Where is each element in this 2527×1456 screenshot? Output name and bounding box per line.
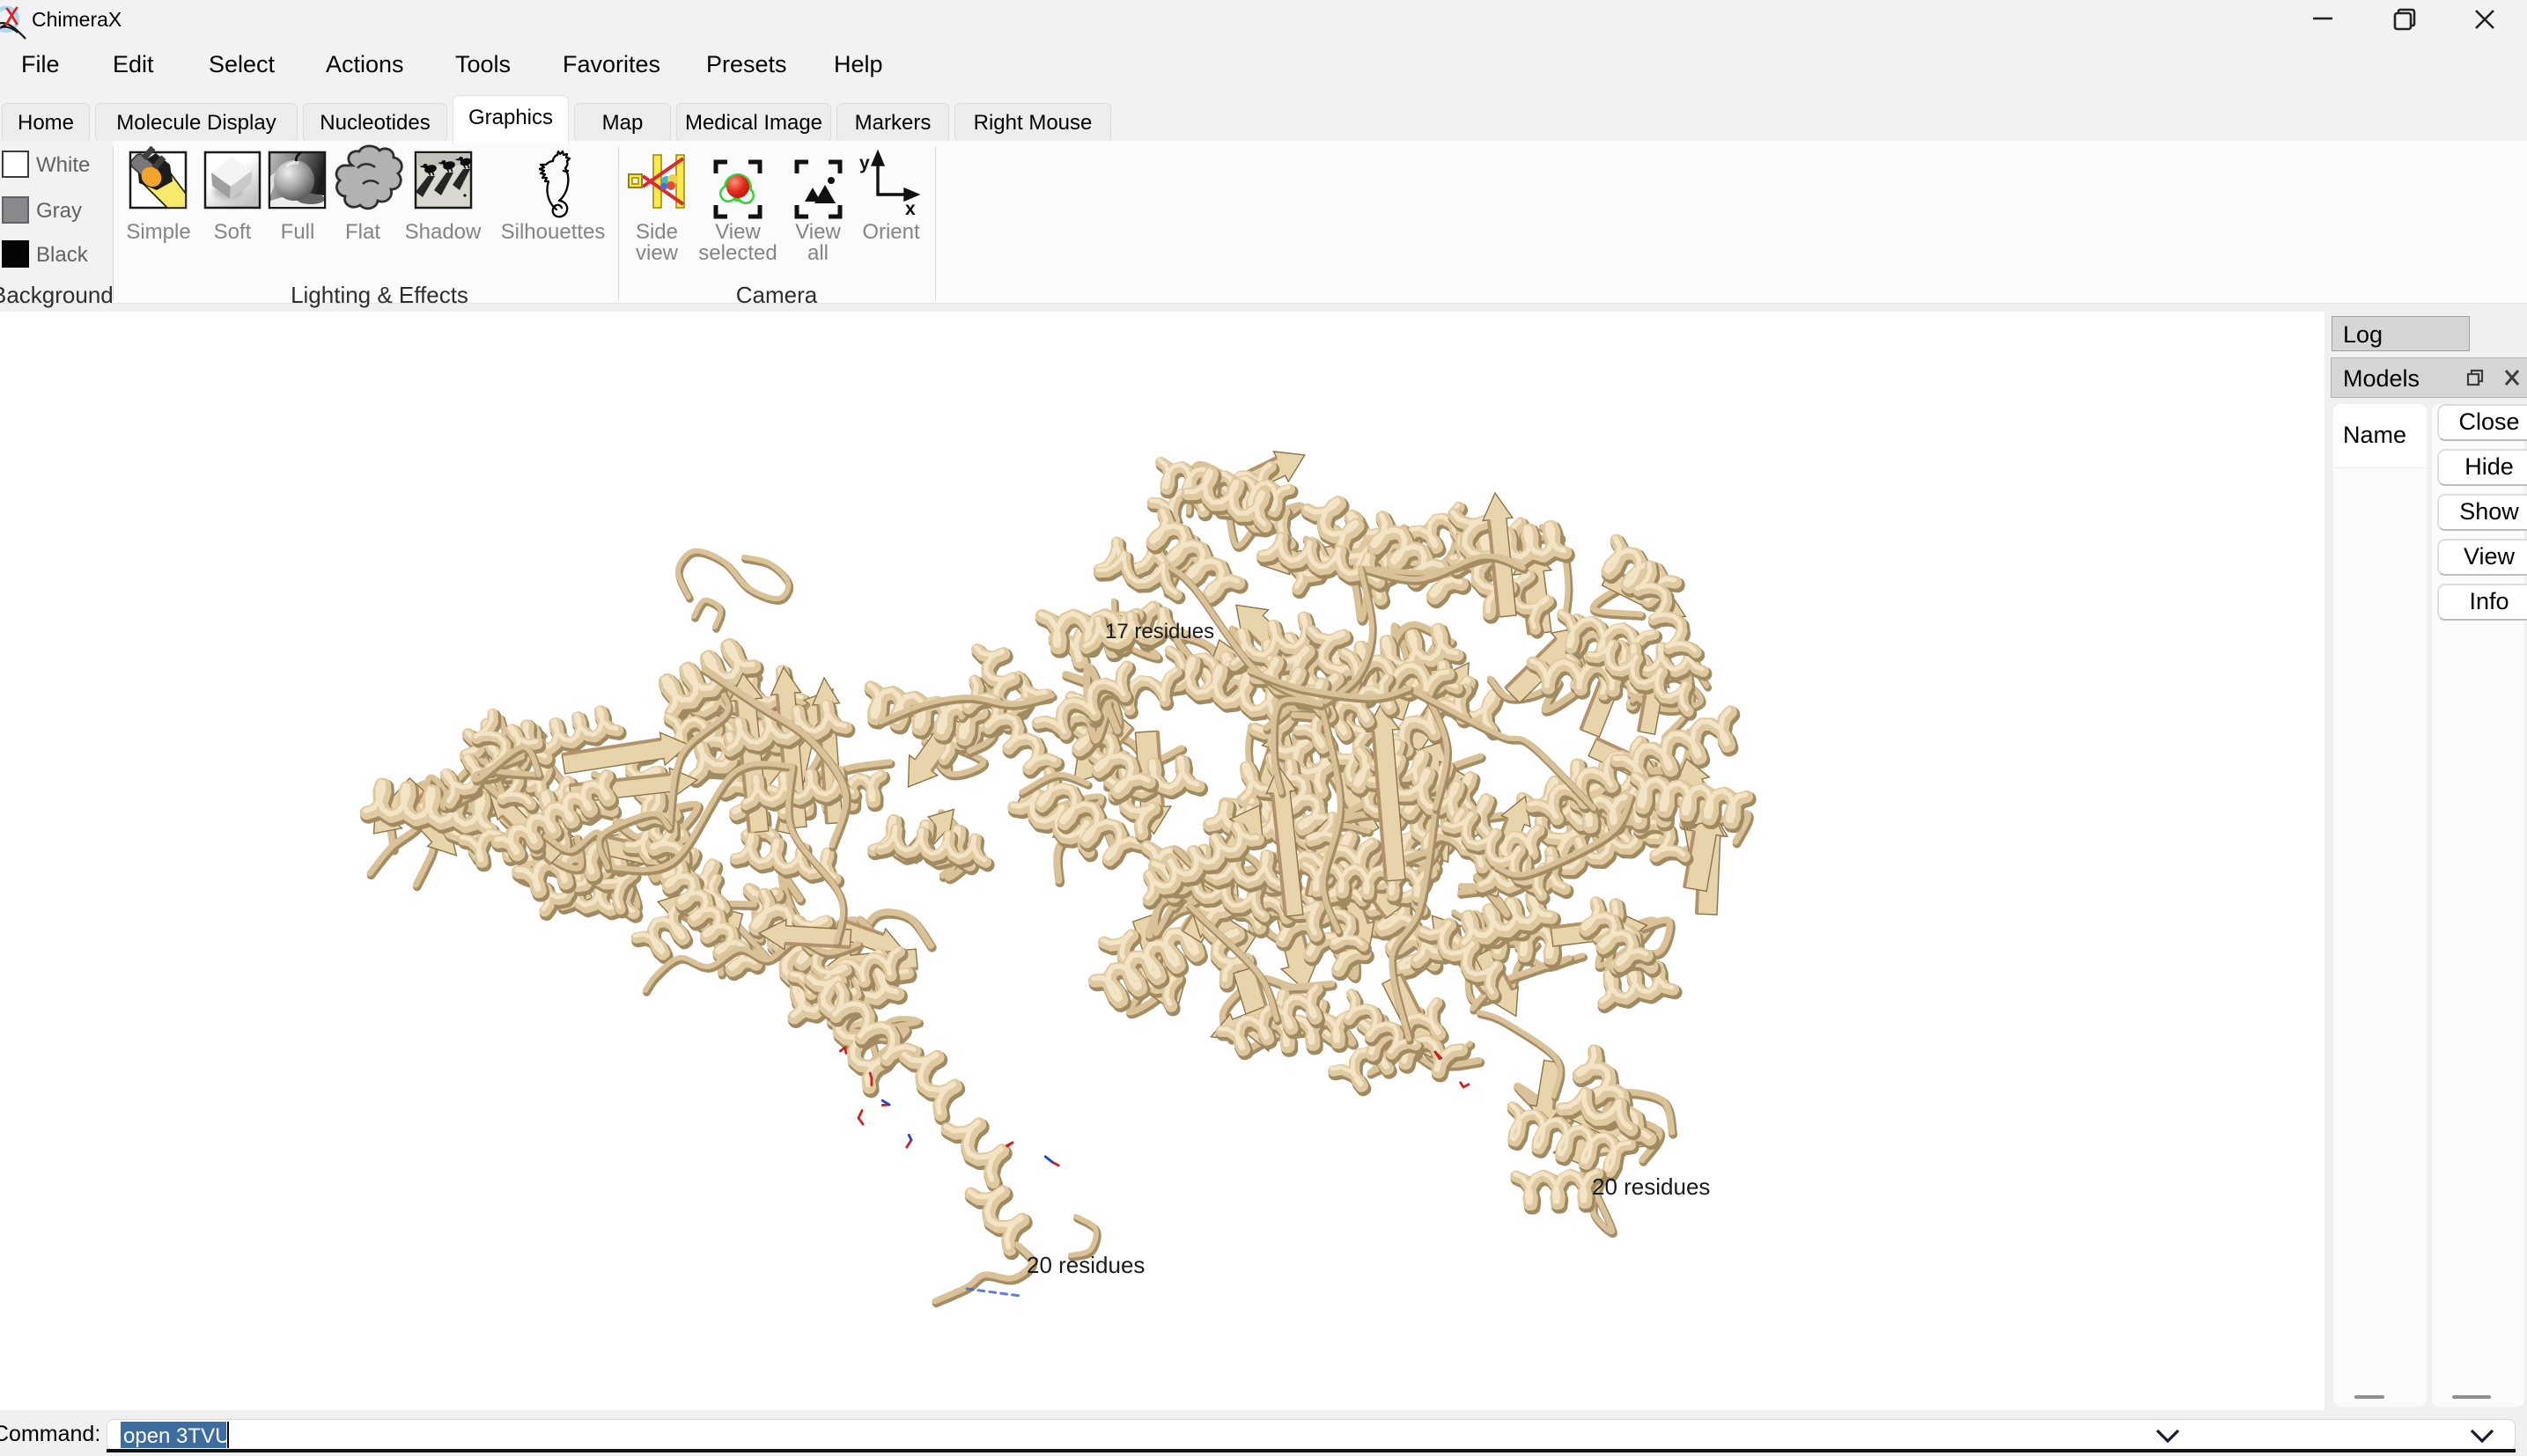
svg-text:y: y [859, 153, 870, 173]
svg-text:x: x [905, 199, 916, 219]
